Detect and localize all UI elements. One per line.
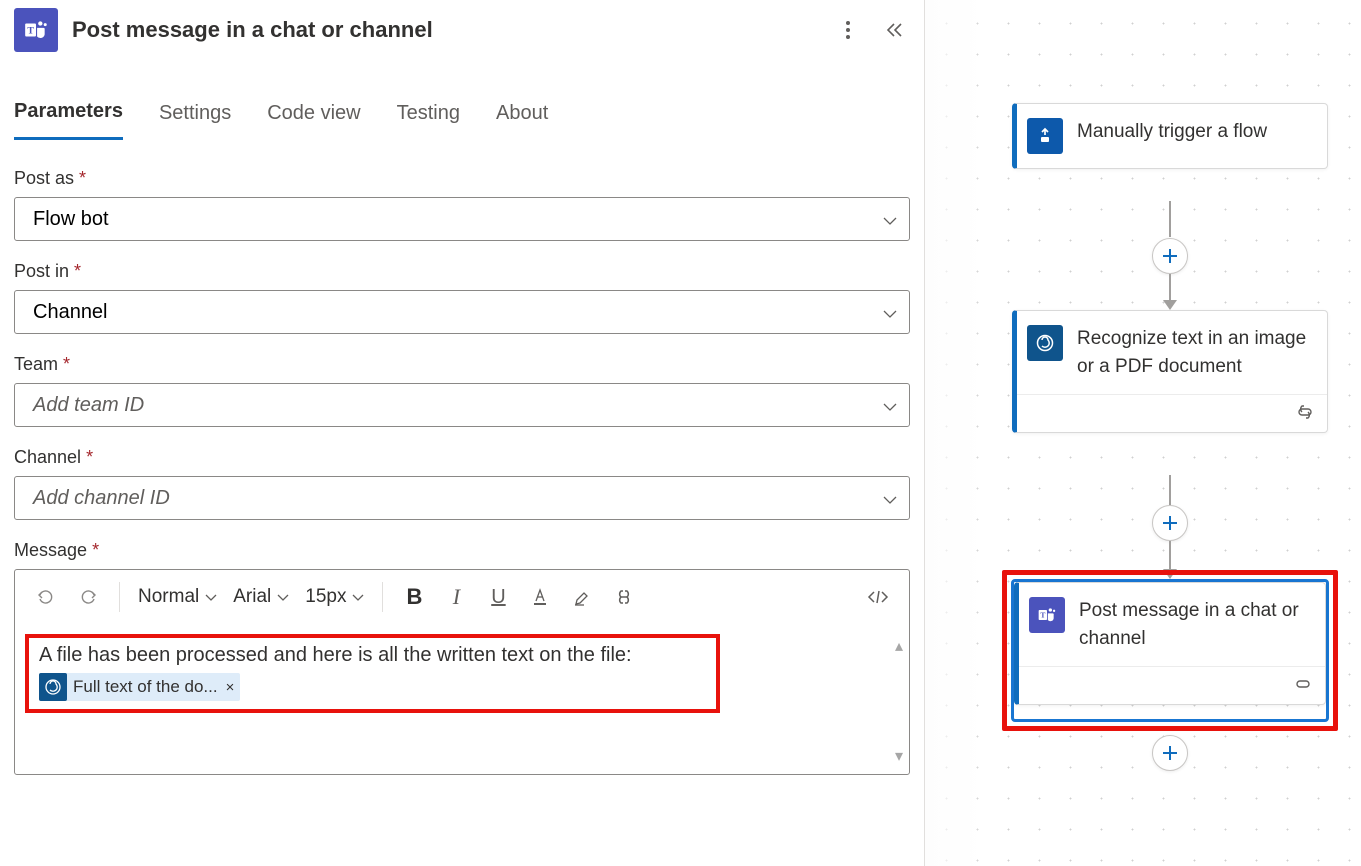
card-footer bbox=[1019, 666, 1325, 704]
channel-select[interactable]: Add channel ID bbox=[14, 476, 910, 520]
card-title: Recognize text in an image or a PDF docu… bbox=[1077, 325, 1313, 380]
token-remove-button[interactable]: × bbox=[224, 679, 235, 696]
post-as-select[interactable]: Flow bot bbox=[14, 197, 910, 241]
field-post-as: Post as * Flow bot bbox=[14, 168, 910, 241]
more-button[interactable] bbox=[832, 14, 864, 46]
tab-bar: Parameters Settings Code view Testing Ab… bbox=[14, 62, 910, 140]
tab-parameters[interactable]: Parameters bbox=[14, 94, 123, 140]
field-message: Message * Normal Arial bbox=[14, 540, 910, 775]
post-in-label: Post in * bbox=[14, 261, 910, 282]
chevron-down-icon bbox=[883, 394, 897, 417]
flow-card-trigger[interactable]: Manually trigger a flow bbox=[1012, 103, 1328, 169]
post-as-value: Flow bot bbox=[33, 208, 109, 231]
message-label: Message * bbox=[14, 540, 910, 561]
add-action-button[interactable] bbox=[1152, 238, 1188, 274]
link-icon[interactable] bbox=[1295, 405, 1315, 422]
scroll-up-icon[interactable]: ▴ bbox=[895, 636, 903, 656]
editor-highlight-box: A file has been processed and here is al… bbox=[25, 634, 720, 713]
tab-testing[interactable]: Testing bbox=[397, 94, 460, 140]
tab-code-view[interactable]: Code view bbox=[267, 94, 360, 140]
scroll-down-icon[interactable]: ▾ bbox=[895, 746, 903, 766]
panel-title: Post message in a chat or channel bbox=[72, 17, 818, 43]
connector-line bbox=[1169, 475, 1171, 505]
message-text: A file has been processed and here is al… bbox=[39, 644, 706, 667]
svg-text:T: T bbox=[1040, 611, 1045, 620]
separator bbox=[382, 582, 383, 612]
team-label: Team * bbox=[14, 354, 910, 375]
rich-text-editor: Normal Arial 15px B I U bbox=[14, 569, 910, 775]
card-title: Manually trigger a flow bbox=[1077, 118, 1267, 146]
underline-button[interactable]: U bbox=[479, 578, 517, 616]
config-panel: T Post message in a chat or channel Para… bbox=[0, 0, 925, 866]
chevron-down-icon bbox=[883, 301, 897, 324]
teams-icon: T bbox=[14, 8, 58, 52]
font-size-dropdown[interactable]: 15px bbox=[299, 578, 370, 616]
connector-line bbox=[1169, 201, 1171, 237]
post-as-label: Post as * bbox=[14, 168, 910, 189]
flow-card-recognize-text[interactable]: Recognize text in an image or a PDF docu… bbox=[1012, 310, 1328, 433]
link-button[interactable] bbox=[605, 578, 643, 616]
team-placeholder: Add team ID bbox=[33, 394, 144, 417]
editor-content[interactable]: A file has been processed and here is al… bbox=[15, 624, 909, 774]
code-view-button[interactable] bbox=[859, 578, 897, 616]
editor-toolbar: Normal Arial 15px B I U bbox=[15, 570, 909, 624]
italic-button[interactable]: I bbox=[437, 578, 475, 616]
trigger-icon bbox=[1027, 118, 1063, 154]
highlight-button[interactable] bbox=[563, 578, 601, 616]
field-team: Team * Add team ID bbox=[14, 354, 910, 427]
teams-icon: T bbox=[1029, 597, 1065, 633]
ai-builder-icon bbox=[1027, 325, 1063, 361]
bold-button[interactable]: B bbox=[395, 578, 433, 616]
arrow-icon bbox=[1163, 300, 1177, 310]
add-action-button[interactable] bbox=[1152, 505, 1188, 541]
post-in-select[interactable]: Channel bbox=[14, 290, 910, 334]
redo-button[interactable] bbox=[69, 578, 107, 616]
flow-canvas[interactable]: Manually trigger a flow Recognize text i… bbox=[925, 0, 1361, 866]
font-family-dropdown[interactable]: Arial bbox=[227, 578, 295, 616]
arrow-icon bbox=[1163, 569, 1177, 579]
flow-card-post-message[interactable]: T Post message in a chat or channel bbox=[1014, 582, 1326, 705]
link-icon[interactable] bbox=[1293, 677, 1313, 694]
channel-label: Channel * bbox=[14, 447, 910, 468]
svg-text:T: T bbox=[27, 25, 34, 36]
font-color-button[interactable] bbox=[521, 578, 559, 616]
separator bbox=[119, 582, 120, 612]
paragraph-style-dropdown[interactable]: Normal bbox=[132, 578, 223, 616]
connector-line bbox=[1169, 274, 1171, 300]
field-post-in: Post in * Channel bbox=[14, 261, 910, 334]
tab-about[interactable]: About bbox=[496, 94, 548, 140]
connector-line bbox=[1169, 541, 1171, 569]
add-action-button[interactable] bbox=[1152, 735, 1188, 771]
field-channel: Channel * Add channel ID bbox=[14, 447, 910, 520]
post-in-value: Channel bbox=[33, 301, 108, 324]
team-select[interactable]: Add team ID bbox=[14, 383, 910, 427]
chevron-down-icon bbox=[883, 208, 897, 231]
card-footer bbox=[1017, 394, 1327, 432]
panel-header: T Post message in a chat or channel bbox=[14, 0, 910, 62]
channel-placeholder: Add channel ID bbox=[33, 487, 170, 510]
dynamic-content-token[interactable]: Full text of the do... × bbox=[39, 673, 240, 701]
card-title: Post message in a chat or channel bbox=[1079, 597, 1311, 652]
chevron-down-icon bbox=[883, 487, 897, 510]
ai-builder-icon bbox=[39, 673, 67, 701]
collapse-button[interactable] bbox=[878, 14, 910, 46]
tab-settings[interactable]: Settings bbox=[159, 94, 231, 140]
undo-button[interactable] bbox=[27, 578, 65, 616]
token-label: Full text of the do... bbox=[73, 677, 218, 697]
